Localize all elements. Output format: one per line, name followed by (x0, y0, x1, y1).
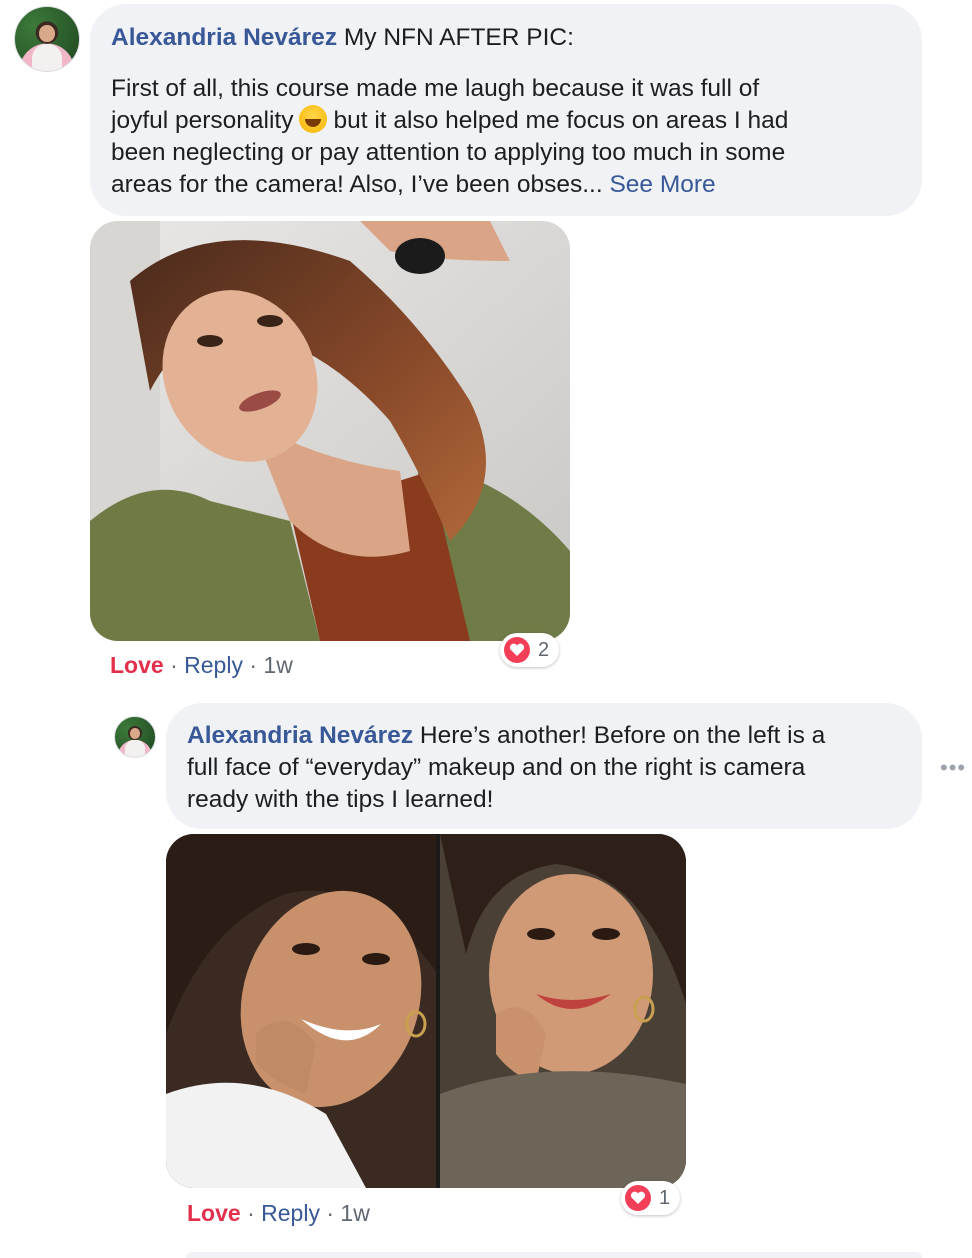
timestamp[interactable]: 1w (340, 1200, 369, 1226)
reply-photo[interactable] (166, 834, 686, 1188)
reply-body: Alexandria Nevárez Here’s another! Befor… (187, 720, 902, 816)
more-options-icon[interactable]: ••• (940, 755, 966, 781)
author-name[interactable]: Alexandria Nevárez (111, 24, 337, 51)
reaction-count: 2 (538, 638, 550, 661)
heart-icon (625, 1185, 651, 1211)
timestamp[interactable]: 1w (263, 652, 292, 678)
selfie-image (90, 221, 570, 641)
avatar-body (125, 740, 145, 757)
love-link[interactable]: Love (110, 652, 164, 678)
see-more-link[interactable]: See More (609, 171, 715, 198)
comment-line: First of all, this course made me laugh … (111, 75, 760, 102)
reply-line-text: Here’s another! Before on the left is a (419, 722, 826, 749)
avatar-face (39, 24, 55, 42)
author-name[interactable]: Alexandria Nevárez (187, 722, 413, 749)
comment-header: Alexandria Nevárez My NFN AFTER PIC: (111, 22, 900, 54)
comment-body: First of all, this course made me laugh … (111, 73, 900, 201)
love-link[interactable]: Love (187, 1200, 241, 1226)
reply-link[interactable]: Reply (261, 1200, 320, 1226)
separator: · (247, 1200, 255, 1226)
comment-actions: Love · Reply · 1w (110, 652, 293, 679)
reaction-badge[interactable]: 1 (621, 1181, 681, 1215)
reply-line: full face of “everyday” makeup and on th… (187, 754, 806, 781)
comment-line: areas for the camera! Also, I’ve been ob… (111, 169, 900, 201)
comment-line-text: areas for the camera! Also, I’ve been ob… (111, 171, 603, 198)
separator: · (170, 652, 178, 678)
avatar-face (130, 728, 140, 739)
reply-line: ready with the tips I learned! (187, 786, 494, 813)
reaction-count: 1 (659, 1186, 671, 1209)
laughing-emoji-icon (299, 105, 328, 133)
separator: · (326, 1200, 335, 1226)
comment-intro: My NFN AFTER PIC: (343, 24, 574, 51)
comment-line: been neglecting or pay attention to appl… (111, 139, 786, 166)
heart-icon (504, 637, 530, 663)
reaction-badge[interactable]: 2 (500, 633, 560, 667)
reply-actions: Love · Reply · 1w (187, 1200, 370, 1227)
comment-line-text: but it also helped me focus on areas I h… (333, 107, 789, 134)
comment-bubble: Alexandria Nevárez My NFN AFTER PIC: Fir… (90, 4, 922, 216)
comment-line: joyful personality but it also helped me … (111, 105, 900, 137)
avatar-body (31, 44, 63, 71)
avatar[interactable] (14, 6, 80, 72)
reply-link[interactable]: Reply (184, 652, 243, 678)
comment-photo[interactable] (90, 221, 570, 641)
divider (186, 1252, 922, 1258)
avatar[interactable] (114, 716, 156, 758)
comment-line-text: joyful personality (111, 107, 294, 134)
separator: · (249, 652, 258, 678)
before-after-image (166, 834, 686, 1188)
reply-bubble: Alexandria Nevárez Here’s another! Befor… (166, 703, 922, 829)
reply-line: Alexandria Nevárez Here’s another! Befor… (187, 720, 902, 752)
